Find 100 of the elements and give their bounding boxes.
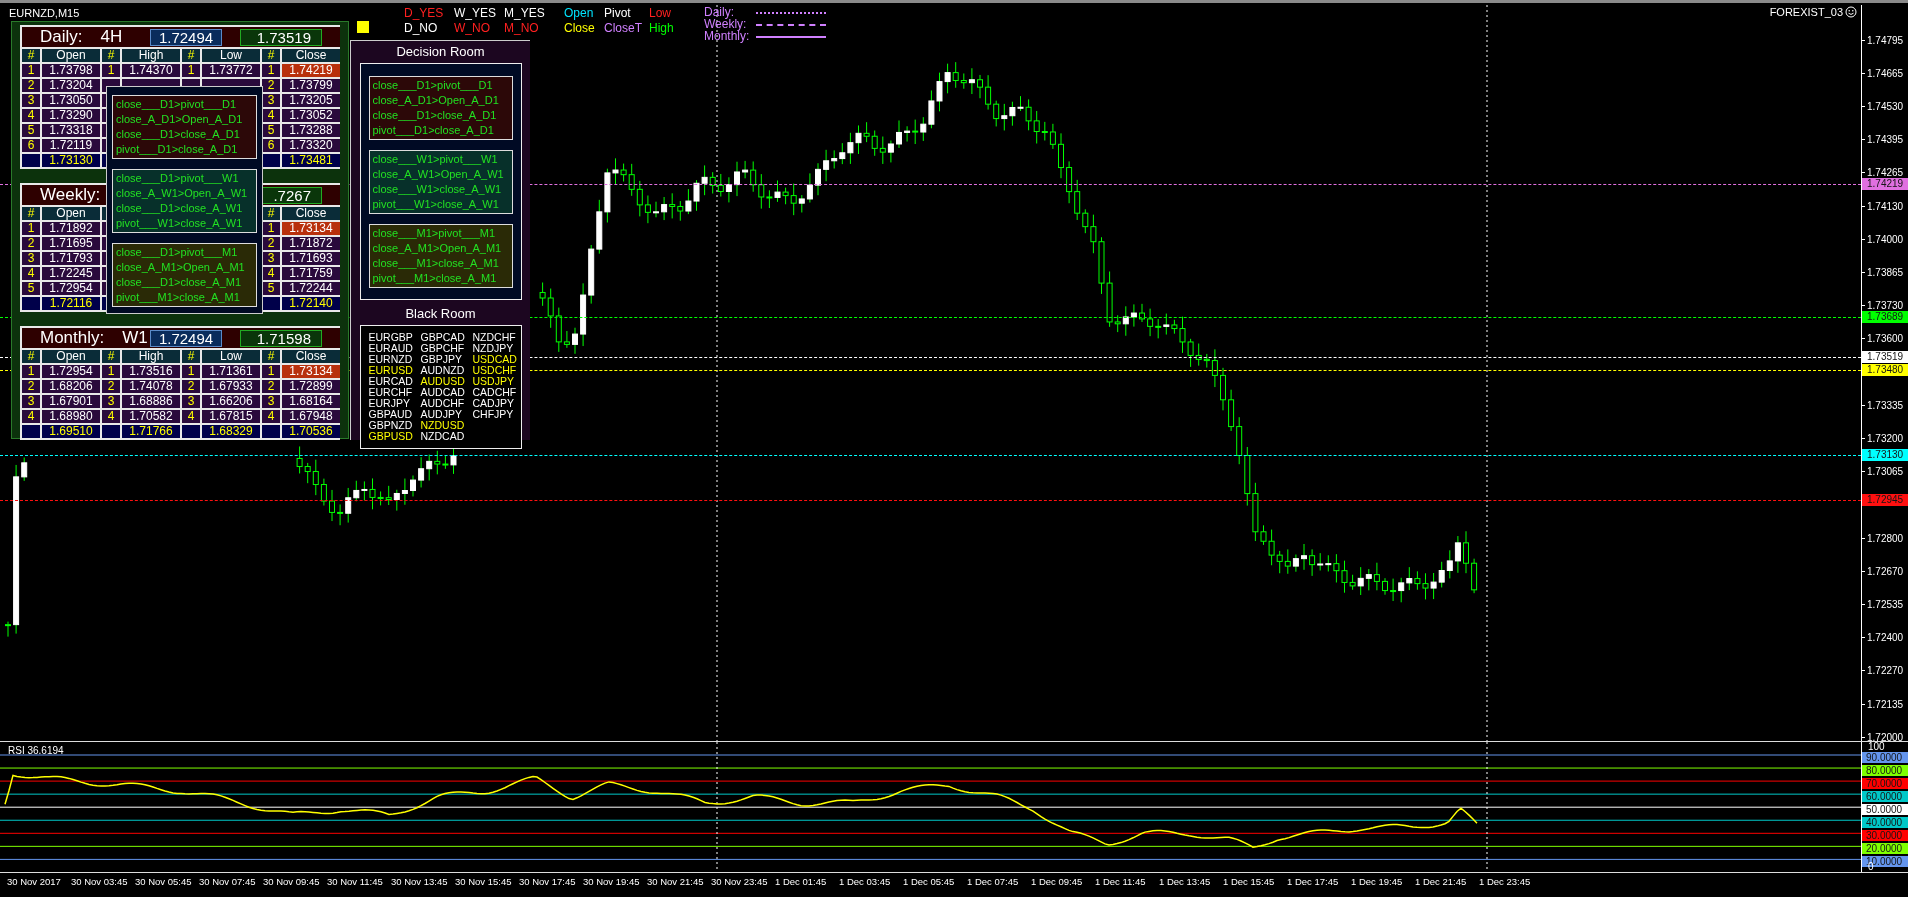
table-cell: 1.71759: [282, 267, 340, 280]
table-cell: 4: [22, 410, 40, 423]
timeframe-label: 4H: [100, 27, 123, 47]
table-cell: 1.68206: [42, 380, 100, 393]
price-label: 1.74000: [1862, 233, 1904, 245]
table-cell: 3: [22, 252, 40, 265]
time-label: 30 Nov 13:45: [390, 876, 449, 888]
table-cell: 1: [102, 365, 120, 378]
empty-cell: [102, 425, 120, 438]
table-cell: 4: [262, 410, 280, 423]
pair-label: EURGBP: [368, 332, 414, 343]
flag-label: M_YES: [504, 6, 546, 21]
time-label: 30 Nov 21:45: [646, 876, 705, 888]
total-cell: 1.73481: [282, 154, 340, 167]
table-cell: 3: [22, 94, 40, 107]
table-cell: 1.72244: [282, 282, 340, 295]
price-tag: 1.73480: [1862, 364, 1908, 376]
column-header: Close: [282, 207, 340, 220]
candle: [1463, 530, 1469, 574]
total-cell: 1.68329: [202, 425, 260, 438]
table-cell: 1.67815: [202, 410, 260, 423]
level-tag: 70.0000: [1862, 777, 1908, 789]
pair-label: USDCHF: [472, 365, 518, 376]
column-header: Open: [42, 350, 100, 363]
pair-label: EURUSD: [368, 365, 414, 376]
rule-text: pivot___D1>close_A_D1: [372, 123, 494, 138]
account-label: FOREXIST_03: [1769, 6, 1843, 18]
rule-text: pivot___M1>close_A_M1: [116, 290, 240, 305]
line-style-sample: [756, 36, 826, 38]
flag-label: W_NO: [454, 21, 491, 36]
pair-label: AUDCHF: [420, 398, 466, 409]
table-cell: 1.73134: [282, 222, 340, 235]
table-cell: 1.67901: [42, 395, 100, 408]
candle: [1471, 558, 1478, 594]
price-label: 1.73335: [1862, 399, 1904, 411]
column-header: #: [102, 49, 120, 62]
table-cell: 1.68886: [122, 395, 180, 408]
status-square: [357, 21, 369, 33]
pair-label: EURJPY: [368, 398, 411, 409]
candle: [896, 120, 902, 149]
rule-text: close___D1>close_A_D1: [116, 127, 240, 142]
price-label: 1.73200: [1862, 432, 1904, 444]
price-label: 1.72400: [1862, 632, 1904, 644]
column-header: High: [122, 350, 180, 363]
table-cell: 1.73205: [282, 94, 340, 107]
line-legend-label: High: [649, 21, 675, 36]
level-tag: 30.0000: [1862, 829, 1908, 841]
pair-label: AUDJPY: [420, 409, 463, 420]
price-label: 1.74395: [1862, 134, 1904, 146]
column-header: Low: [202, 350, 260, 363]
rule-text: pivot___W1>close_A_W1: [116, 216, 243, 231]
table-cell: 1: [182, 64, 200, 77]
rule-text: close___D1>close_A_D1: [372, 108, 497, 123]
table-cell: 1.71793: [42, 252, 100, 265]
table-cell: 1.73290: [42, 109, 100, 122]
value-box: 1.72494: [150, 329, 222, 347]
price-label: 1.74530: [1862, 100, 1904, 112]
table-cell: 1: [22, 365, 40, 378]
table-cell: 1.73772: [202, 64, 260, 77]
time-label: 1 Dec 07:45: [966, 876, 1020, 888]
time-label: 30 Nov 09:45: [262, 876, 321, 888]
table-cell: 1.73204: [42, 79, 100, 92]
price-label: 1.73065: [1862, 466, 1904, 478]
table-title: Daily:: [40, 27, 83, 47]
table-cell: 1.71872: [282, 237, 340, 250]
table-cell: 2: [22, 237, 40, 250]
rule-text: close___M1>close_A_M1: [372, 256, 499, 271]
period-label: Weekly:: [704, 18, 747, 30]
pair-label: AUDNZD: [420, 365, 466, 376]
candle: [329, 489, 335, 522]
candle: [5, 621, 11, 638]
price-tag: 1.73519: [1862, 351, 1908, 363]
candle: [815, 162, 821, 196]
table-cell: 2: [22, 79, 40, 92]
time-label: 30 Nov 23:45: [710, 876, 769, 888]
time-label: 30 Nov 2017: [6, 876, 62, 888]
level-tag: 80.0000: [1862, 764, 1908, 776]
flag-label: M_NO: [504, 21, 540, 36]
rule-text: close_A_W1>Open_A_W1: [372, 167, 504, 182]
table-cell: 1.72899: [282, 380, 340, 393]
price-label: 1.74265: [1862, 167, 1904, 179]
table-cell: 1.72119: [42, 139, 100, 152]
table-cell: 1.74219: [282, 64, 340, 77]
table-cell: 2: [182, 380, 200, 393]
empty-cell: [22, 425, 40, 438]
price-label: 1.74665: [1862, 67, 1904, 79]
table-cell: 5: [22, 282, 40, 295]
table-cell: 6: [22, 139, 40, 152]
pair-label: EURCAD: [368, 376, 414, 387]
table-cell: 1.66206: [202, 395, 260, 408]
flag-label: D_YES: [404, 6, 445, 21]
level-tag: 90.0000: [1862, 751, 1908, 763]
table-cell: 1: [262, 64, 280, 77]
value-box: 1.73519: [240, 28, 322, 46]
pair-label: NZDJPY: [472, 343, 515, 354]
column-header: #: [182, 350, 200, 363]
candle: [977, 74, 983, 99]
total-cell: 1.69510: [42, 425, 100, 438]
time-label: 30 Nov 19:45: [582, 876, 641, 888]
rule-text: close___D1>pivot___D1: [116, 97, 237, 112]
